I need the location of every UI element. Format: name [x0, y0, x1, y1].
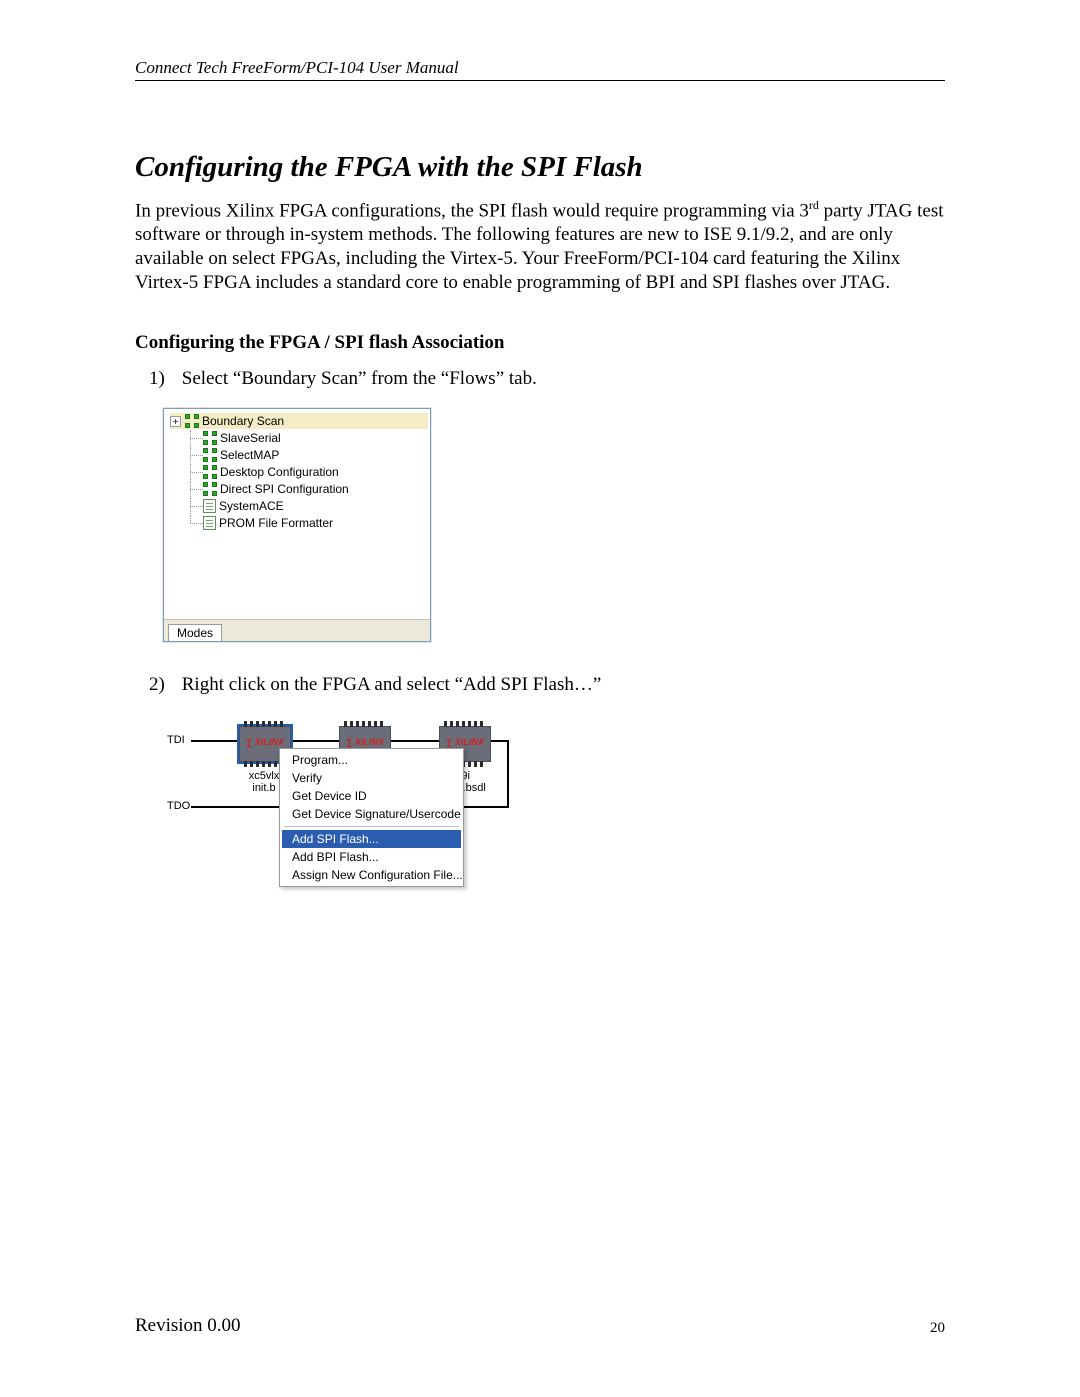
menu-item[interactable]: Add BPI Flash...: [282, 848, 461, 866]
menu-item[interactable]: Verify: [282, 769, 461, 787]
xilinx-logo-icon: XILINX: [240, 737, 290, 747]
chip-label-line: init.b: [252, 782, 275, 794]
footer-revision: Revision 0.00: [135, 1315, 241, 1337]
tree-item[interactable]: Direct SPI Configuration: [170, 481, 428, 497]
menu-item[interactable]: Get Device Signature/Usercode: [282, 805, 461, 823]
tree-item-label: SelectMAP: [220, 448, 279, 462]
flow-icon: [185, 414, 199, 428]
flow-icon: [203, 482, 217, 496]
footer-page-number: 20: [930, 1320, 945, 1337]
flow-icon: [203, 465, 217, 479]
screenshot-jtag-chain: TDI TDO XILINX XILINX XILINX xc5vlx init…: [163, 714, 663, 894]
tree-item[interactable]: SelectMAP: [170, 447, 428, 463]
tree-item-label: SystemACE: [219, 499, 284, 513]
tree-guide-icon: [185, 481, 203, 497]
step-text: Right click on the FPGA and select “Add …: [182, 674, 602, 695]
screenshot-flows-panel: Boundary Scan SlaveSerial SelectMAP Desktop…: [163, 408, 431, 642]
tree-item[interactable]: Desktop Configuration: [170, 464, 428, 480]
step-text: Select “Boundary Scan” from the “Flows” …: [182, 368, 537, 389]
tree-item[interactable]: Boundary Scan: [170, 413, 428, 429]
menu-item[interactable]: Program...: [282, 751, 461, 769]
tree-guide-icon: [185, 447, 203, 463]
step-2: 2) Right click on the FPGA and select “A…: [149, 674, 945, 696]
section-title: Configuring the FPGA with the SPI Flash: [135, 151, 945, 184]
xilinx-logo-icon: XILINX: [340, 737, 390, 747]
tree-guide-icon: [185, 498, 203, 514]
tree-item[interactable]: SystemACE: [170, 498, 428, 514]
tree-item[interactable]: PROM File Formatter: [170, 515, 428, 531]
menu-item[interactable]: Get Device ID: [282, 787, 461, 805]
menu-separator: [284, 826, 459, 827]
tdi-label: TDI: [167, 734, 185, 746]
step-number: 2): [149, 674, 177, 696]
running-header: Connect Tech FreeForm/PCI-104 User Manua…: [135, 58, 945, 81]
step-1: 1) Select “Boundary Scan” from the “Flow…: [149, 368, 945, 390]
document-icon: [203, 499, 216, 513]
tab-modes[interactable]: Modes: [168, 624, 222, 641]
tree-item-label: Desktop Configuration: [220, 465, 339, 479]
flow-icon: [203, 448, 217, 462]
chip-label-line: xc5vlx: [249, 770, 280, 782]
tree-item-label: PROM File Formatter: [219, 516, 333, 530]
subsection-title: Configuring the FPGA / SPI flash Associa…: [135, 332, 945, 354]
tree-item-label: Boundary Scan: [202, 414, 284, 428]
tree-guide-icon: [185, 464, 203, 480]
document-page: Connect Tech FreeForm/PCI-104 User Manua…: [0, 0, 1080, 1397]
tree-guide-icon: [185, 430, 203, 446]
menu-item[interactable]: Add SPI Flash...: [282, 830, 461, 848]
step-number: 1): [149, 368, 177, 390]
tree-item-label: Direct SPI Configuration: [220, 482, 349, 496]
tree-item[interactable]: SlaveSerial: [170, 430, 428, 446]
document-icon: [203, 516, 216, 530]
menu-item[interactable]: Assign New Configuration File...: [282, 866, 461, 884]
xilinx-logo-icon: XILINX: [440, 737, 490, 747]
jtag-wire: [391, 740, 439, 742]
tdo-label: TDO: [167, 800, 190, 812]
jtag-wire: [291, 740, 339, 742]
context-menu[interactable]: Program...VerifyGet Device IDGet Device …: [279, 748, 464, 887]
intro-paragraph: In previous Xilinx FPGA configurations, …: [135, 198, 945, 294]
tree-view[interactable]: Boundary Scan SlaveSerial SelectMAP Desktop…: [164, 409, 430, 619]
jtag-wire: [191, 740, 239, 742]
tree-item-label: SlaveSerial: [220, 431, 281, 445]
expand-icon[interactable]: [170, 416, 181, 427]
flow-icon: [203, 431, 217, 445]
tree-guide-icon: [185, 515, 203, 531]
tab-bar: Modes: [164, 619, 430, 641]
